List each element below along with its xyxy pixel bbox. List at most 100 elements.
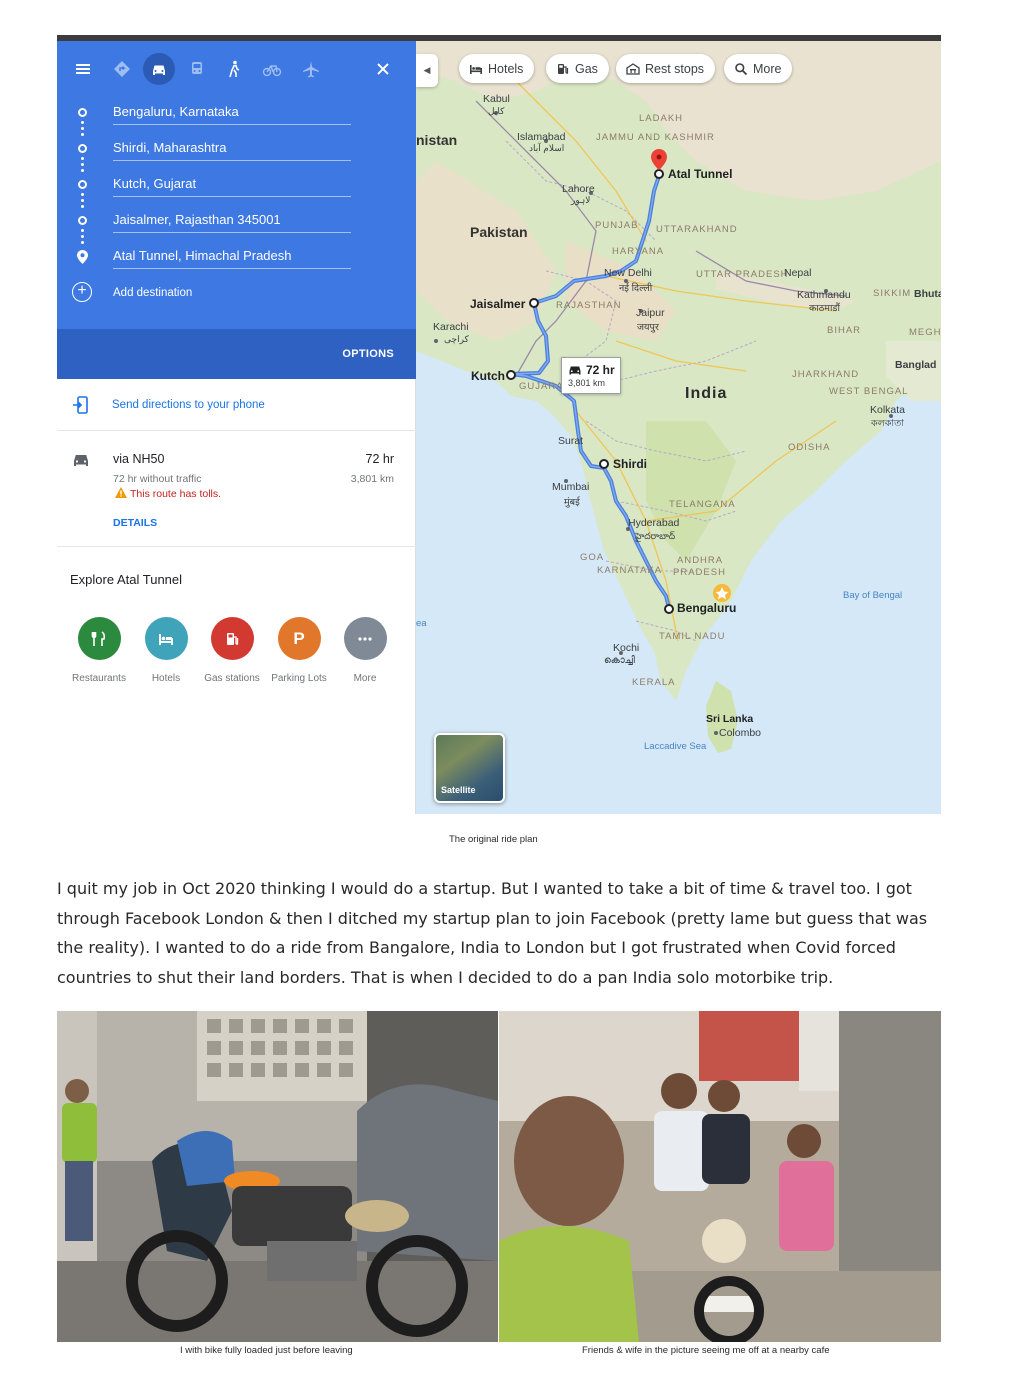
- map-label: اسلام آباد: [529, 143, 565, 153]
- rest-stop-icon: [626, 62, 640, 75]
- map-label: Colombo: [719, 727, 762, 739]
- more-chip[interactable]: More: [724, 54, 793, 83]
- map-label-bengaluru[interactable]: Bengaluru: [677, 601, 736, 615]
- map-label: GOA: [580, 552, 605, 563]
- map-label: MEGH: [909, 327, 941, 338]
- stop-dot-icon: [78, 144, 87, 153]
- stop-field-5[interactable]: Atal Tunnel, Himachal Pradesh: [113, 245, 351, 269]
- map-label: KARNATAKA: [597, 565, 663, 576]
- map-label: New Delhi: [604, 267, 652, 279]
- options-button[interactable]: OPTIONS: [342, 348, 394, 360]
- map-label: UTTAR PRADESH: [696, 269, 789, 280]
- stop-dot-icon: [78, 180, 87, 189]
- map-label: JHARKHAND: [792, 369, 860, 380]
- route-without-traffic: 72 hr without traffic: [113, 473, 202, 485]
- map-label-jaisalmer[interactable]: Jaisalmer: [470, 297, 525, 311]
- map-label: Kolkata: [870, 404, 906, 416]
- best-route-icon[interactable]: [106, 53, 138, 85]
- map-label: काठमाडौं: [809, 303, 840, 314]
- route-dots: [81, 121, 84, 139]
- route-dots: [81, 157, 84, 175]
- bed-icon: [470, 64, 482, 74]
- walking-mode-icon[interactable]: [218, 53, 250, 85]
- map-label: TAMIL NADU: [659, 631, 726, 642]
- cycling-mode-icon[interactable]: [256, 53, 288, 85]
- explore-more[interactable]: More: [330, 617, 400, 684]
- map-label: LADAKH: [639, 113, 684, 124]
- route-duration: 72 hr: [365, 452, 395, 466]
- map-label: Sri Lanka: [706, 713, 754, 725]
- stop-field-1[interactable]: Bengaluru, Karnataka: [113, 101, 351, 125]
- send-directions-link[interactable]: Send directions to your phone: [112, 399, 265, 411]
- stop-field-2[interactable]: Shirdi, Maharashtra: [113, 137, 351, 161]
- photo-friends-send-off: [499, 1011, 941, 1342]
- directions-panel: Bengaluru, Karnataka Shirdi, Maharashtra…: [57, 41, 416, 814]
- map-label: کراچی: [444, 334, 469, 344]
- map-label: لاہور: [571, 195, 591, 205]
- category-label: Parking Lots: [271, 673, 327, 684]
- gas-chip[interactable]: Gas: [546, 54, 609, 83]
- map-label: Jaipur: [636, 307, 665, 319]
- map-label: Nepal: [784, 267, 812, 279]
- stop-field-3[interactable]: Kutch, Gujarat: [113, 173, 351, 197]
- explore-restaurants[interactable]: Restaurants: [64, 617, 134, 684]
- map-label: KERALA: [632, 677, 676, 688]
- add-destination-icon[interactable]: +: [72, 282, 92, 302]
- menu-icon[interactable]: [67, 53, 99, 85]
- explore-gas-stations[interactable]: Gas stations: [197, 617, 267, 684]
- flight-mode-icon[interactable]: [295, 53, 327, 85]
- map-label: Kochi: [613, 642, 640, 654]
- collapse-panel-icon[interactable]: ◀: [416, 54, 438, 87]
- route-dots: [81, 193, 84, 211]
- send-to-phone-icon: [73, 396, 88, 414]
- destination-pin-icon: [77, 250, 88, 264]
- travel-mode-bar: [57, 53, 416, 87]
- map-label: nistan: [416, 132, 458, 148]
- map-label-atal-tunnel[interactable]: Atal Tunnel: [668, 167, 732, 181]
- rest-stops-chip[interactable]: Rest stops: [616, 54, 716, 83]
- parking-icon: P: [277, 617, 321, 660]
- close-icon[interactable]: [367, 53, 399, 85]
- route-duration-callout[interactable]: 72 hr 3,801 km: [561, 357, 621, 394]
- route-distance: 3,801 km: [350, 473, 394, 485]
- chip-label: Hotels: [488, 61, 524, 76]
- explore-hotels[interactable]: Hotels: [131, 617, 201, 684]
- map-label: Karachi: [433, 321, 469, 333]
- more-icon: [343, 617, 387, 660]
- details-link[interactable]: DETAILS: [113, 517, 157, 529]
- map-label: PUNJAB: [595, 220, 639, 231]
- route-card[interactable]: via NH50 72 hr 72 hr without traffic 3,8…: [57, 431, 416, 547]
- map-label: Bhuta: [914, 288, 941, 300]
- transit-mode-icon[interactable]: [181, 53, 213, 85]
- map-label: Islamabad: [517, 131, 566, 143]
- map-label: TELANGANA: [669, 499, 736, 510]
- map-label-kutch[interactable]: Kutch: [471, 369, 505, 383]
- hotel-icon: [144, 617, 188, 660]
- map-label: जयपुर: [637, 322, 659, 333]
- map-label: Banglad: [895, 359, 937, 371]
- explore-parking-lots[interactable]: P Parking Lots: [264, 617, 334, 684]
- restaurant-icon: [77, 617, 121, 660]
- stop-field-4[interactable]: Jaisalmer, Rajasthan 345001: [113, 209, 351, 233]
- driving-mode-icon[interactable]: [143, 53, 175, 85]
- route-via: via NH50: [113, 452, 165, 466]
- add-destination-button[interactable]: Add destination: [113, 287, 192, 299]
- map-label: Kathmandu: [797, 289, 851, 301]
- photo-caption-left: I with bike fully loaded just before lea…: [180, 1345, 353, 1356]
- map-label: Pakistan: [470, 224, 528, 240]
- chip-label: Rest stops: [645, 61, 705, 76]
- map-label: ODISHA: [788, 442, 831, 453]
- send-directions-row[interactable]: Send directions to your phone: [57, 379, 416, 431]
- category-label: More: [353, 673, 377, 684]
- chip-label: More: [753, 61, 782, 76]
- map-label: SIKKIM: [873, 288, 912, 299]
- hotels-chip[interactable]: Hotels: [459, 54, 535, 83]
- satellite-toggle[interactable]: Satellite: [434, 733, 505, 803]
- map-label: PRADESH: [673, 567, 726, 578]
- map-label: WEST BENGAL: [829, 386, 909, 397]
- map-caption: The original ride plan: [449, 834, 538, 845]
- map-label-shirdi[interactable]: Shirdi: [613, 457, 647, 471]
- map-view[interactable]: ◀ Hotels Gas Rest stops More Kabul کابل …: [416, 41, 941, 814]
- map-label: UTTARAKHAND: [656, 224, 738, 235]
- car-icon: [74, 455, 88, 466]
